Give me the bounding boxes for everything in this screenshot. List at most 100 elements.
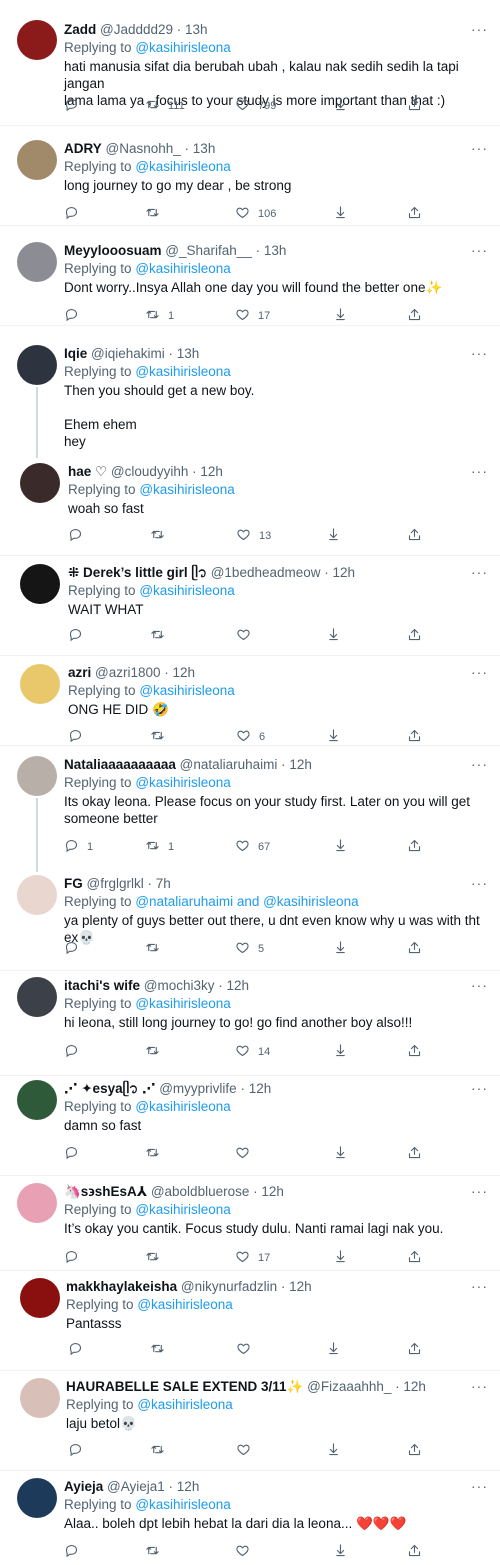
tweet-reply[interactable]: itachi's wife @mochi3ky · 12h ··· Replying…	[0, 970, 500, 1076]
avatar[interactable]	[17, 875, 57, 915]
avatar[interactable]	[17, 1183, 57, 1223]
mention-link[interactable]: @nataliaruhaimi and @kasihirisleona	[135, 894, 358, 909]
tweet-reply[interactable]: azri @azri1800 · 12h ··· Replying to @kasi…	[0, 655, 500, 746]
display-name[interactable]: Nataliaaaaaaaaaa	[64, 757, 176, 772]
share-button[interactable]	[407, 527, 422, 545]
tweet-reply[interactable]: Iqie @iqiehakimi · 13h ··· Replying to @ka…	[0, 325, 500, 458]
avatar[interactable]	[17, 140, 57, 180]
mention-link[interactable]: @kasihirisleona	[139, 482, 235, 497]
avatar[interactable]	[17, 20, 57, 60]
mention-link[interactable]: @kasihirisleona	[135, 364, 231, 379]
avatar[interactable]	[17, 977, 57, 1017]
reply-button[interactable]	[68, 1341, 91, 1359]
avatar[interactable]	[20, 1278, 60, 1318]
more-icon[interactable]: ···	[471, 22, 488, 36]
retweet-button[interactable]	[150, 627, 173, 645]
like-button[interactable]: 17	[235, 1249, 270, 1267]
reply-button[interactable]	[68, 527, 91, 545]
more-icon[interactable]: ···	[471, 565, 488, 579]
retweet-button[interactable]	[145, 1145, 168, 1163]
avatar[interactable]	[20, 1378, 60, 1418]
user-handle[interactable]: @aboldbluerose	[151, 1184, 250, 1199]
user-handle[interactable]: @1bedheadmeow	[211, 565, 321, 580]
user-handle[interactable]: @Nasnohh_	[106, 141, 181, 156]
display-name[interactable]: ⁜ Derek’s little girl ᥫ᭡	[68, 565, 207, 580]
timestamp[interactable]: 12h	[226, 978, 249, 993]
tweet-reply[interactable]: 🦄s϶shEsA⅄ @aboldbluerose · 12h ··· Replyin…	[0, 1175, 500, 1271]
user-handle[interactable]: @azri1800	[95, 665, 161, 680]
reply-button[interactable]	[64, 940, 87, 958]
share-button[interactable]	[407, 1543, 422, 1561]
retweet-button[interactable]	[150, 527, 173, 545]
display-name[interactable]: ⋰ ✦esyaᥫ᭡ ⋰	[64, 1081, 155, 1096]
timestamp[interactable]: 12h	[249, 1081, 272, 1096]
share-button[interactable]	[407, 1249, 422, 1267]
share-button[interactable]	[407, 940, 422, 958]
like-button[interactable]: 13	[236, 527, 271, 545]
more-icon[interactable]: ···	[471, 757, 488, 771]
display-name[interactable]: FG	[64, 876, 83, 891]
display-name[interactable]: azri	[68, 665, 91, 680]
mention-link[interactable]: @kasihirisleona	[135, 775, 231, 790]
retweet-button[interactable]: 1	[145, 307, 174, 325]
like-button[interactable]: 67	[235, 838, 270, 856]
tweet-reply[interactable]: FG @frglgrlkl · 7h ··· Replying to @natali…	[0, 865, 500, 971]
mention-link[interactable]: @kasihirisleona	[137, 1397, 233, 1412]
more-icon[interactable]: ···	[471, 876, 488, 890]
retweet-button[interactable]	[145, 1249, 168, 1267]
display-name[interactable]: Meyylooosuam	[64, 243, 162, 258]
like-button[interactable]: 5	[235, 940, 264, 958]
timestamp[interactable]: 12h	[177, 1479, 200, 1494]
retweet-button[interactable]	[150, 728, 173, 746]
display-name[interactable]: hae ♡	[68, 464, 107, 479]
avatar[interactable]	[17, 345, 57, 385]
reply-button[interactable]	[64, 307, 87, 325]
reply-button[interactable]	[68, 627, 91, 645]
user-handle[interactable]: @Jadddd29	[100, 22, 173, 37]
user-handle[interactable]: @Ayieja1	[107, 1479, 165, 1494]
avatar[interactable]	[20, 664, 60, 704]
timestamp[interactable]: 13h	[177, 346, 200, 361]
like-button[interactable]: 17	[235, 307, 270, 325]
tweet-reply[interactable]: HAURABELLE SALE EXTEND 3/11✨ @Fizaaahhh_…	[0, 1370, 500, 1471]
avatar[interactable]	[17, 756, 57, 796]
more-icon[interactable]: ···	[471, 1081, 488, 1095]
download-button[interactable]	[326, 1341, 341, 1359]
mention-link[interactable]: @kasihirisleona	[135, 996, 231, 1011]
download-button[interactable]	[333, 1043, 348, 1061]
mention-link[interactable]: @kasihirisleona	[135, 1099, 231, 1114]
tweet-reply[interactable]: ADRY @Nasnohh_ · 13h ··· Replying to @kasi…	[0, 125, 500, 226]
mention-link[interactable]: @kasihirisleona	[135, 40, 231, 55]
timestamp[interactable]: 13h	[193, 141, 216, 156]
avatar[interactable]	[17, 1478, 57, 1518]
share-button[interactable]	[407, 838, 422, 856]
more-icon[interactable]: ···	[471, 665, 488, 679]
more-icon[interactable]: ···	[471, 464, 488, 478]
retweet-button[interactable]	[150, 1341, 173, 1359]
display-name[interactable]: 🦄s϶shEsA⅄	[64, 1184, 147, 1199]
display-name[interactable]: HAURABELLE SALE EXTEND 3/11✨	[66, 1379, 303, 1394]
share-button[interactable]	[407, 1341, 422, 1359]
mention-link[interactable]: @kasihirisleona	[139, 583, 235, 598]
avatar[interactable]	[20, 463, 60, 503]
timestamp[interactable]: 12h	[261, 1184, 284, 1199]
download-button[interactable]	[333, 1543, 348, 1561]
like-button[interactable]: 14	[235, 1043, 270, 1061]
user-handle[interactable]: @myyprivlife	[159, 1081, 236, 1096]
more-icon[interactable]: ···	[471, 978, 488, 992]
display-name[interactable]: Iqie	[64, 346, 87, 361]
more-icon[interactable]: ···	[471, 1279, 488, 1293]
download-button[interactable]	[326, 527, 341, 545]
download-button[interactable]	[333, 838, 348, 856]
user-handle[interactable]: @_Sharifah__	[165, 243, 252, 258]
display-name[interactable]: Ayieja	[64, 1479, 103, 1494]
user-handle[interactable]: @frglgrlkl	[87, 876, 144, 891]
share-button[interactable]	[407, 307, 422, 325]
like-button[interactable]	[236, 627, 259, 645]
share-button[interactable]	[407, 1442, 422, 1460]
more-icon[interactable]: ···	[471, 243, 488, 257]
user-handle[interactable]: @nataliaruhaimi	[180, 757, 278, 772]
tweet-reply[interactable]: Ayieja @Ayieja1 · 12h ··· Replying to @kas…	[0, 1470, 500, 1565]
display-name[interactable]: makkhaylakeisha	[66, 1279, 177, 1294]
share-button[interactable]	[407, 1043, 422, 1061]
